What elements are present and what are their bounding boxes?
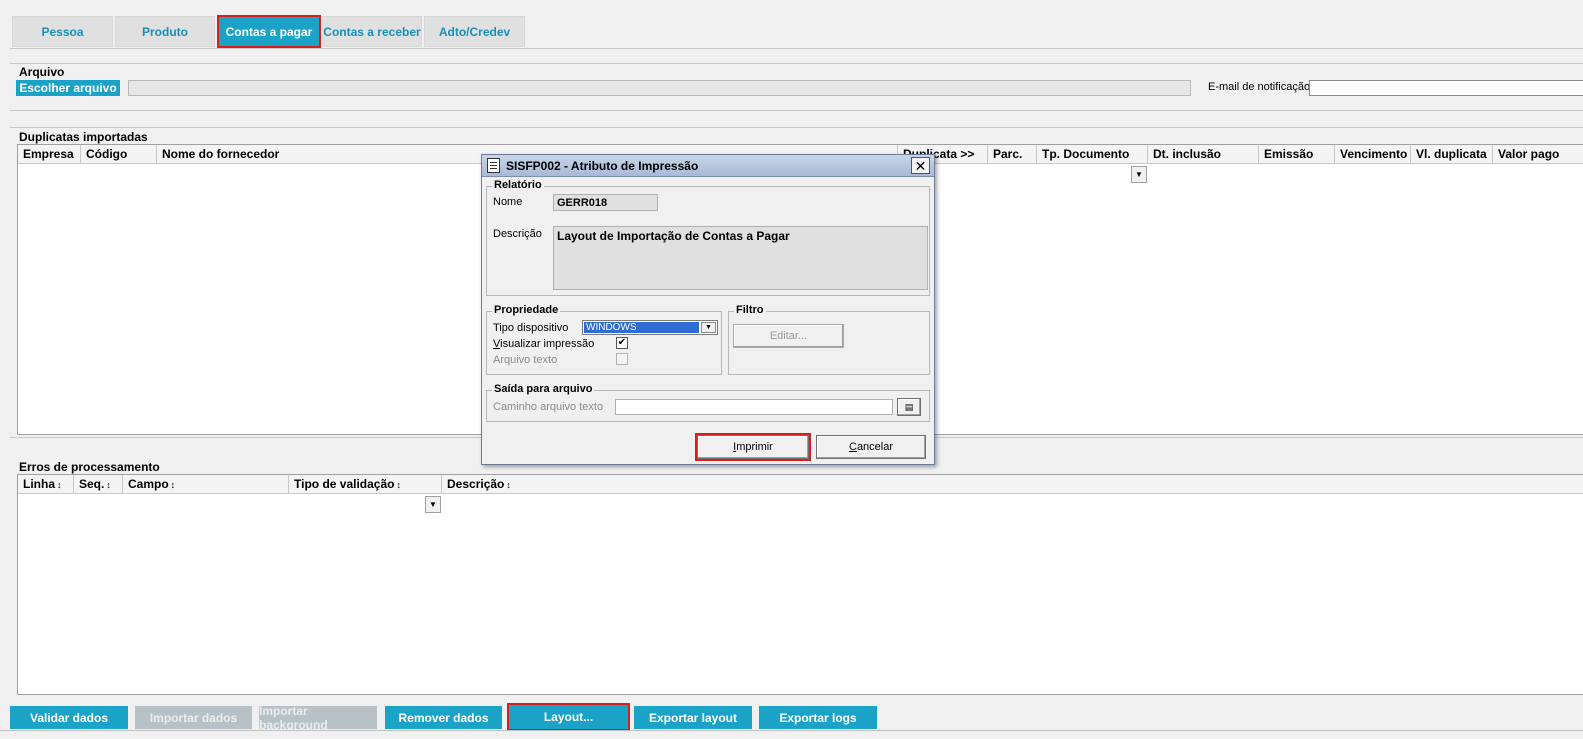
col-parc[interactable]: Parc. [988,145,1037,164]
propriedade-legend: Propriedade [492,304,561,316]
tipo-validacao-filter-dropdown[interactable]: ▼ [425,496,441,513]
col-dt-inclusao[interactable]: Dt. inclusão [1148,145,1259,164]
nome-label: Nome [493,196,523,208]
descricao-label: Descrição [493,228,542,240]
col-tipo-validacao[interactable]: Tipo de validação ↕ [289,475,442,494]
tab-contas-a-pagar[interactable]: Contas a pagar [217,15,321,48]
erros-grid[interactable]: Linha ↕ Seq. ↕ Campo ↕ Tipo de validação ↕ D… [17,474,1583,695]
print-attributes-dialog: SISFP002 - Atributo de Impressão ✕ Relat… [481,154,935,465]
tab-pessoa[interactable]: Pessoa [12,16,113,47]
file-path-field [128,80,1191,96]
importar-background-button[interactable]: Importar background [259,704,377,732]
divider [10,110,1583,111]
tab-produto[interactable]: Produto [115,16,215,47]
importar-dados-button[interactable]: Importar dados [135,706,252,729]
cancelar-button[interactable]: Cancelar [816,435,926,459]
sort-icon: ↕ [170,480,176,490]
filtro-group: Filtro Editar... [728,304,930,375]
col-descricao[interactable]: Descrição ↕ [442,475,1583,494]
close-icon[interactable]: ✕ [911,157,930,174]
tipo-dispositivo-value: WINDOWS [584,322,699,333]
divider [10,63,1583,64]
divider [10,48,1583,49]
email-field[interactable] [1309,80,1583,96]
filtro-legend: Filtro [734,304,766,316]
chevron-down-icon[interactable]: ▼ [701,322,716,333]
divider [10,127,1583,128]
col-valor-pago[interactable]: Valor pago [1493,145,1583,164]
visualizar-impressao-label: Visualizar impressão [493,338,595,350]
email-label: E-mail de notificação [1208,81,1311,93]
erros-grid-header: Linha ↕ Seq. ↕ Campo ↕ Tipo de validação ↕ D… [18,475,1583,494]
caminho-arquivo-label: Caminho arquivo texto [493,401,604,413]
col-tp-documento[interactable]: Tp. Documento [1037,145,1148,164]
saida-arquivo-legend: Saída para arquivo [492,383,595,395]
divider [0,730,1583,731]
imprimir-button[interactable]: Imprimir [695,433,811,461]
tab-adto-credev[interactable]: Adto/Credev [424,16,525,47]
col-linha[interactable]: Linha ↕ [18,475,74,494]
tp-documento-filter-dropdown[interactable]: ▼ [1131,166,1147,183]
browse-folder-icon[interactable]: ▤ [897,398,921,416]
sort-icon: ↕ [396,480,401,490]
col-empresa[interactable]: Empresa [18,145,81,164]
module-tabbar: Pessoa Produto Contas a pagar Contas a r… [0,0,1583,50]
arquivo-texto-checkbox[interactable] [616,353,628,365]
col-vl-duplicata[interactable]: Vl. duplicata [1411,145,1493,164]
caminho-arquivo-field[interactable] [615,399,893,415]
duplicatas-section-title: Duplicatas importadas [19,130,148,144]
tipo-dispositivo-select[interactable]: WINDOWS ▼ [582,320,718,335]
validar-dados-button[interactable]: Validar dados [10,706,128,729]
col-emissao[interactable]: Emissão [1259,145,1335,164]
col-vencimento[interactable]: Vencimento [1335,145,1411,164]
exportar-logs-button[interactable]: Exportar logs [759,706,877,729]
sort-icon: ↕ [57,480,62,490]
propriedade-group: Propriedade Tipo dispositivo WINDOWS ▼ V… [486,304,722,375]
tipo-dispositivo-label: Tipo dispositivo [493,322,569,334]
col-codigo[interactable]: Código [81,145,157,164]
sort-icon: ↕ [106,480,111,490]
relatorio-legend: Relatório [492,179,544,191]
relatorio-group: Relatório Nome GERR018 Descrição Layout … [486,179,930,296]
sort-icon: ↕ [506,480,511,490]
nome-field: GERR018 [553,194,658,211]
report-icon [487,158,500,173]
remover-dados-button[interactable]: Remover dados [385,706,502,729]
tab-contas-a-receber[interactable]: Contas a receber [322,16,422,47]
dialog-title: SISFP002 - Atributo de Impressão [506,159,699,173]
layout-button[interactable]: Layout... [507,703,630,731]
arquivo-section-title: Arquivo [19,65,65,79]
descricao-field: Layout de Importação de Contas a Pagar [553,226,928,290]
col-seq[interactable]: Seq. ↕ [74,475,123,494]
choose-file-button[interactable]: Escolher arquivo [16,80,120,96]
col-campo[interactable]: Campo ↕ [123,475,289,494]
dialog-titlebar[interactable]: SISFP002 - Atributo de Impressão ✕ [482,155,934,177]
arquivo-texto-label: Arquivo texto [493,354,558,366]
visualizar-impressao-checkbox[interactable]: ✔ [616,337,628,349]
exportar-layout-button[interactable]: Exportar layout [634,706,752,729]
erros-section-title: Erros de processamento [19,460,160,474]
saida-arquivo-group: Saída para arquivo Caminho arquivo texto… [486,383,930,422]
editar-filtro-button[interactable]: Editar... [733,324,844,348]
